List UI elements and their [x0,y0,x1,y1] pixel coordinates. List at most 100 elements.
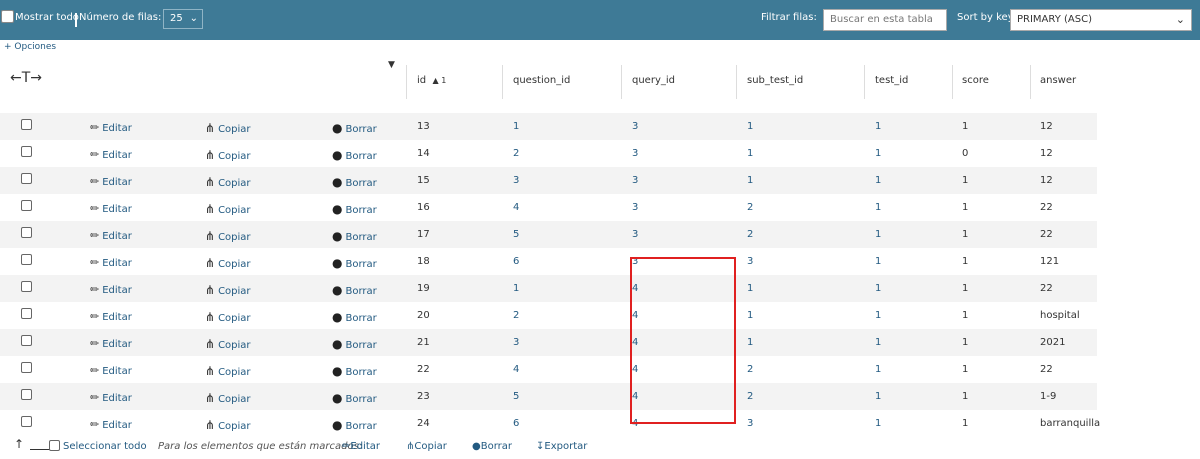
edit-button[interactable]: ✏ Editar [90,229,132,242]
delete-button[interactable]: ● Borrar [332,202,377,216]
delete-button[interactable]: ● Borrar [332,148,377,162]
edit-button[interactable]: ✏ Editar [90,148,132,161]
cell-sub-test-id[interactable]: 1 [747,175,753,186]
edit-button[interactable]: ✏ Editar [90,337,132,350]
cell-question-id[interactable]: 1 [513,121,519,132]
delete-button[interactable]: ● Borrar [332,229,377,243]
edit-button[interactable]: ✏ Editar [90,202,132,215]
cell-test-id[interactable]: 1 [875,256,881,267]
cell-query-id[interactable]: 3 [632,121,638,132]
copy-button[interactable]: ⋔ Copiar [205,175,251,189]
cell-test-id[interactable]: 1 [875,418,881,429]
cell-query-id[interactable]: 3 [632,229,638,240]
delete-button[interactable]: ● Borrar [332,391,377,405]
row-checkbox[interactable] [21,281,32,292]
copy-button[interactable]: ⋔ Copiar [205,310,251,324]
select-all-label[interactable]: Seleccionar todo [63,441,147,452]
column-visibility-dropdown-icon[interactable]: ▼ [388,60,395,70]
cell-question-id[interactable]: 6 [513,418,519,429]
edit-button[interactable]: ✏ Editar [90,283,132,296]
cell-sub-test-id[interactable]: 1 [747,121,753,132]
cell-sub-test-id[interactable]: 1 [747,310,753,321]
cell-question-id[interactable]: 3 [513,337,519,348]
row-checkbox[interactable] [21,173,32,184]
cell-test-id[interactable]: 1 [875,202,881,213]
delete-button[interactable]: ● Borrar [332,121,377,135]
delete-button[interactable]: ● Borrar [332,310,377,324]
cell-test-id[interactable]: 1 [875,283,881,294]
edit-button[interactable]: ✏ Editar [90,310,132,323]
copy-button[interactable]: ⋔ Copiar [205,229,251,243]
select-all-checkbox[interactable] [49,440,60,451]
cell-question-id[interactable]: 4 [513,202,519,213]
cell-question-id[interactable]: 5 [513,229,519,240]
delete-button[interactable]: ● Borrar [332,337,377,351]
row-checkbox[interactable] [21,308,32,319]
row-checkbox[interactable] [21,389,32,400]
edit-button[interactable]: ✏ Editar [90,121,132,134]
cell-test-id[interactable]: 1 [875,310,881,321]
cell-test-id[interactable]: 1 [875,148,881,159]
copy-button[interactable]: ⋔ Copiar [205,391,251,405]
cell-question-id[interactable]: 6 [513,256,519,267]
cell-test-id[interactable]: 1 [875,337,881,348]
cell-query-id[interactable]: 3 [632,175,638,186]
copy-button[interactable]: ⋔ Copiar [205,256,251,270]
row-checkbox[interactable] [21,362,32,373]
delete-button[interactable]: ● Borrar [332,256,377,270]
cell-query-id[interactable]: 3 [632,202,638,213]
bulk-delete-button[interactable]: ●Borrar [472,441,512,452]
cell-sub-test-id[interactable]: 2 [747,202,753,213]
rows-count-select[interactable]: 25 ⌄ [163,9,203,29]
column-header-score[interactable]: score [962,75,989,86]
cell-sub-test-id[interactable]: 1 [747,337,753,348]
delete-button[interactable]: ● Borrar [332,175,377,189]
copy-button[interactable]: ⋔ Copiar [205,337,251,351]
column-header-sub-test-id[interactable]: sub_test_id [747,75,803,86]
cell-question-id[interactable]: 3 [513,175,519,186]
delete-button[interactable]: ● Borrar [332,418,377,432]
cell-test-id[interactable]: 1 [875,229,881,240]
bulk-export-button[interactable]: ↧Exportar [536,441,587,452]
copy-button[interactable]: ⋔ Copiar [205,418,251,432]
row-checkbox[interactable] [21,416,32,427]
copy-button[interactable]: ⋔ Copiar [205,148,251,162]
bulk-copy-button[interactable]: ⋔Copiar [406,441,447,452]
cell-sub-test-id[interactable]: 2 [747,364,753,375]
edit-button[interactable]: ✏ Editar [90,256,132,269]
column-header-answer[interactable]: answer [1040,75,1076,86]
cell-sub-test-id[interactable]: 2 [747,229,753,240]
cell-question-id[interactable]: 5 [513,391,519,402]
bulk-edit-button[interactable]: ✏Editar [342,441,380,452]
show-all-checkbox[interactable] [1,10,14,23]
column-header-test-id[interactable]: test_id [875,75,908,86]
row-checkbox[interactable] [21,200,32,211]
cell-question-id[interactable]: 2 [513,148,519,159]
row-checkbox[interactable] [21,254,32,265]
cell-query-id[interactable]: 3 [632,148,638,159]
cell-sub-test-id[interactable]: 3 [747,256,753,267]
column-header-query-id[interactable]: query_id [632,75,675,86]
delete-button[interactable]: ● Borrar [332,283,377,297]
row-checkbox[interactable] [21,146,32,157]
cell-sub-test-id[interactable]: 1 [747,148,753,159]
cell-sub-test-id[interactable]: 1 [747,283,753,294]
copy-button[interactable]: ⋔ Copiar [205,364,251,378]
cell-question-id[interactable]: 2 [513,310,519,321]
edit-button[interactable]: ✏ Editar [90,418,132,431]
edit-button[interactable]: ✏ Editar [90,391,132,404]
copy-button[interactable]: ⋔ Copiar [205,202,251,216]
cell-test-id[interactable]: 1 [875,175,881,186]
row-checkbox[interactable] [21,335,32,346]
column-resize-arrows-icon[interactable]: ←T→ [10,70,42,86]
options-link[interactable]: + Opciones [4,42,56,52]
copy-button[interactable]: ⋔ Copiar [205,283,251,297]
row-checkbox[interactable] [21,119,32,130]
show-all-label[interactable]: Mostrar todo [15,12,79,24]
edit-button[interactable]: ✏ Editar [90,175,132,188]
copy-button[interactable]: ⋔ Copiar [205,121,251,135]
cell-test-id[interactable]: 1 [875,364,881,375]
cell-sub-test-id[interactable]: 2 [747,391,753,402]
sort-by-key-select[interactable]: PRIMARY (ASC) ⌄ [1010,9,1192,31]
column-header-question-id[interactable]: question_id [513,75,570,86]
